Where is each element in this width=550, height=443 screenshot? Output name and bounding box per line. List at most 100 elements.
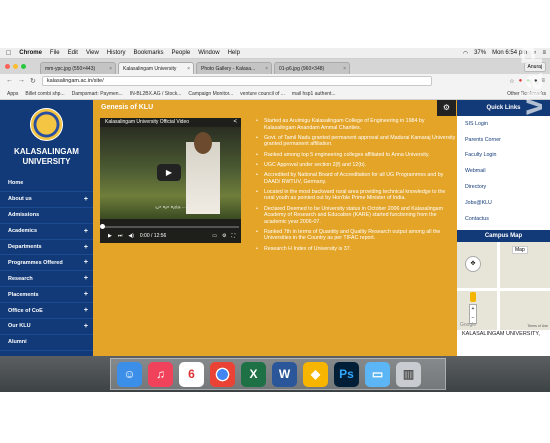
forward-button[interactable]: → bbox=[18, 77, 25, 85]
map-type-button[interactable]: Map bbox=[512, 246, 528, 254]
bookmark-star-icon[interactable]: ☆ bbox=[509, 78, 514, 85]
video-controls: ▶ ⏭ ◀) 0:00 / 12:56 ▭ ⚙ ⛶ bbox=[100, 224, 241, 243]
nav-item-home[interactable]: Home bbox=[0, 176, 93, 192]
bookmark-item[interactable]: venture council of ... bbox=[240, 91, 285, 97]
menu-bookmarks[interactable]: Bookmarks bbox=[134, 50, 164, 56]
bookmark-item[interactable]: mail hsp1 authent... bbox=[292, 91, 336, 97]
nav-item-programmes[interactable]: Programmes Offered + bbox=[0, 255, 93, 272]
close-icon[interactable]: × bbox=[109, 66, 112, 74]
quick-link-jobs[interactable]: Jobs@KLU bbox=[457, 195, 550, 211]
list-item-text[interactable]: UGC Approval under section 2(f) and 12(b… bbox=[264, 162, 366, 169]
menu-people[interactable]: People bbox=[172, 50, 191, 56]
quick-link-contactus[interactable]: Contactus bbox=[457, 211, 550, 227]
expand-icon[interactable]: + bbox=[84, 307, 88, 314]
nav-item-departments[interactable]: Departments + bbox=[0, 240, 93, 256]
expand-icon[interactable]: + bbox=[84, 259, 88, 266]
next-icon[interactable]: ⏭ bbox=[118, 233, 123, 239]
map-terms[interactable]: Terms of Use bbox=[527, 324, 548, 328]
menu-app-chrome[interactable]: Chrome bbox=[19, 50, 42, 56]
nav-label: About us bbox=[8, 196, 32, 203]
fullscreen-icon[interactable]: ⛶ bbox=[231, 233, 235, 239]
close-icon[interactable]: × bbox=[343, 66, 346, 74]
video-progress-bar[interactable] bbox=[102, 226, 239, 228]
back-button[interactable]: ← bbox=[6, 77, 13, 85]
close-icon[interactable]: × bbox=[265, 66, 268, 74]
list-item-text[interactable]: Located in the most backward rural area … bbox=[264, 189, 456, 202]
captions-icon[interactable]: ▭ bbox=[212, 233, 217, 239]
video-title[interactable]: Kalasalingam University Official Video bbox=[105, 119, 189, 125]
battery-percent[interactable]: 37% bbox=[474, 50, 486, 56]
quick-link-directory[interactable]: Directory bbox=[457, 179, 550, 195]
close-icon[interactable]: × bbox=[187, 66, 190, 74]
trash-icon[interactable]: ▥ bbox=[396, 361, 421, 387]
sketch-icon[interactable]: ◆ bbox=[303, 361, 328, 387]
nav-item-about-us[interactable]: About us + bbox=[0, 192, 93, 208]
tab-4[interactable]: 01-p6.jpg (960×348) × bbox=[274, 62, 350, 74]
bookmark-item[interactable]: IN-BL2BX.AG / Stock... bbox=[130, 91, 182, 97]
nav-item-placements[interactable]: Placements + bbox=[0, 287, 93, 304]
calendar-icon[interactable]: 6 bbox=[179, 361, 204, 387]
bullet-icon: • bbox=[256, 205, 258, 212]
menu-edit[interactable]: Edit bbox=[68, 50, 78, 56]
expand-icon[interactable]: + bbox=[84, 323, 88, 330]
bullet-icon: • bbox=[256, 118, 258, 124]
play-icon[interactable]: ▶ bbox=[108, 233, 112, 239]
expand-icon[interactable]: + bbox=[84, 244, 88, 251]
finder-icon[interactable]: ☺ bbox=[117, 361, 142, 387]
menu-view[interactable]: View bbox=[86, 50, 99, 56]
excel-icon[interactable]: X bbox=[241, 361, 266, 387]
close-window-button[interactable] bbox=[5, 64, 10, 69]
video-person-head bbox=[194, 132, 212, 154]
volume-icon[interactable]: ◀) bbox=[128, 233, 134, 239]
bookmark-item[interactable]: Dampsmart: Paymen... bbox=[72, 91, 123, 97]
quick-link-parents-corner[interactable]: Parents Corner bbox=[457, 132, 550, 148]
nav-item-our-klu[interactable]: Our KLU + bbox=[0, 319, 93, 335]
minimize-window-button[interactable] bbox=[13, 64, 18, 69]
map-canvas[interactable]: Map ✥ + − Google Terms of Use bbox=[457, 242, 550, 330]
zoom-control[interactable]: + − bbox=[469, 304, 477, 324]
bookmark-item[interactable]: Billet combi shp... bbox=[25, 91, 64, 97]
share-icon[interactable]: < bbox=[233, 119, 237, 125]
tab-3[interactable]: Photo Gallery - Kalasa... × bbox=[196, 62, 272, 74]
nav-item-office-of-coe[interactable]: Office of CoE + bbox=[0, 303, 93, 320]
menu-window[interactable]: Window bbox=[198, 50, 219, 56]
quick-link-faculty-login[interactable]: Faculty Login bbox=[457, 148, 550, 164]
video-scrubber-handle[interactable] bbox=[100, 224, 105, 229]
reload-button[interactable]: ↻ bbox=[30, 77, 36, 85]
wifi-icon[interactable]: ◠ bbox=[463, 50, 468, 57]
folder-icon[interactable]: ▭ bbox=[365, 361, 390, 387]
video-player[interactable]: Kalasalingam University Official Video <… bbox=[100, 118, 241, 243]
gear-icon[interactable]: ⚙ bbox=[437, 100, 456, 116]
word-icon[interactable]: W bbox=[272, 361, 297, 387]
street-view-pegman-icon[interactable] bbox=[470, 292, 476, 302]
settings-icon[interactable]: ⚙ bbox=[222, 233, 226, 239]
university-logo[interactable] bbox=[30, 108, 63, 141]
menu-file[interactable]: File bbox=[50, 50, 60, 56]
address-bar[interactable]: kalasalingam.ac.in/site/ bbox=[41, 76, 432, 86]
chrome-icon[interactable] bbox=[210, 361, 235, 387]
nav-item-admissions[interactable]: Admissions bbox=[0, 208, 93, 224]
expand-icon[interactable]: + bbox=[84, 275, 88, 282]
pan-control[interactable]: ✥ bbox=[465, 256, 481, 272]
photoshop-icon[interactable]: Ps bbox=[334, 361, 359, 387]
tab-1[interactable]: mm-ypc.jpg (550×443) × bbox=[40, 62, 116, 74]
menu-help[interactable]: Help bbox=[228, 50, 240, 56]
expand-icon[interactable]: + bbox=[84, 228, 88, 235]
play-button[interactable]: ▶ bbox=[157, 164, 181, 181]
apple-icon[interactable]:  bbox=[6, 50, 11, 57]
list-item-text[interactable]: Ranked 7th in terms of Quantity and Qual… bbox=[264, 229, 456, 242]
expand-icon[interactable]: + bbox=[84, 291, 88, 298]
bookmark-apps[interactable]: Apps bbox=[7, 91, 18, 97]
nav-item-research[interactable]: Research + bbox=[0, 271, 93, 288]
itunes-icon[interactable]: ♫ bbox=[148, 361, 173, 387]
tab-2[interactable]: Kalasalingam University × bbox=[118, 62, 194, 74]
expand-icon[interactable]: + bbox=[84, 196, 88, 203]
nav-item-alumni[interactable]: Alumni bbox=[0, 335, 93, 351]
bookmark-item[interactable]: Campaign Monitor... bbox=[188, 91, 233, 97]
quick-link-sis-login[interactable]: SIS Login bbox=[457, 116, 550, 132]
quick-link-webmail[interactable]: Webmail bbox=[457, 163, 550, 179]
list-item: • Ranked 7th in terms of Quantity and Qua… bbox=[256, 229, 456, 242]
nav-item-academics[interactable]: Academics + bbox=[0, 224, 93, 240]
menu-history[interactable]: History bbox=[107, 50, 126, 56]
zoom-window-button[interactable] bbox=[21, 64, 26, 69]
